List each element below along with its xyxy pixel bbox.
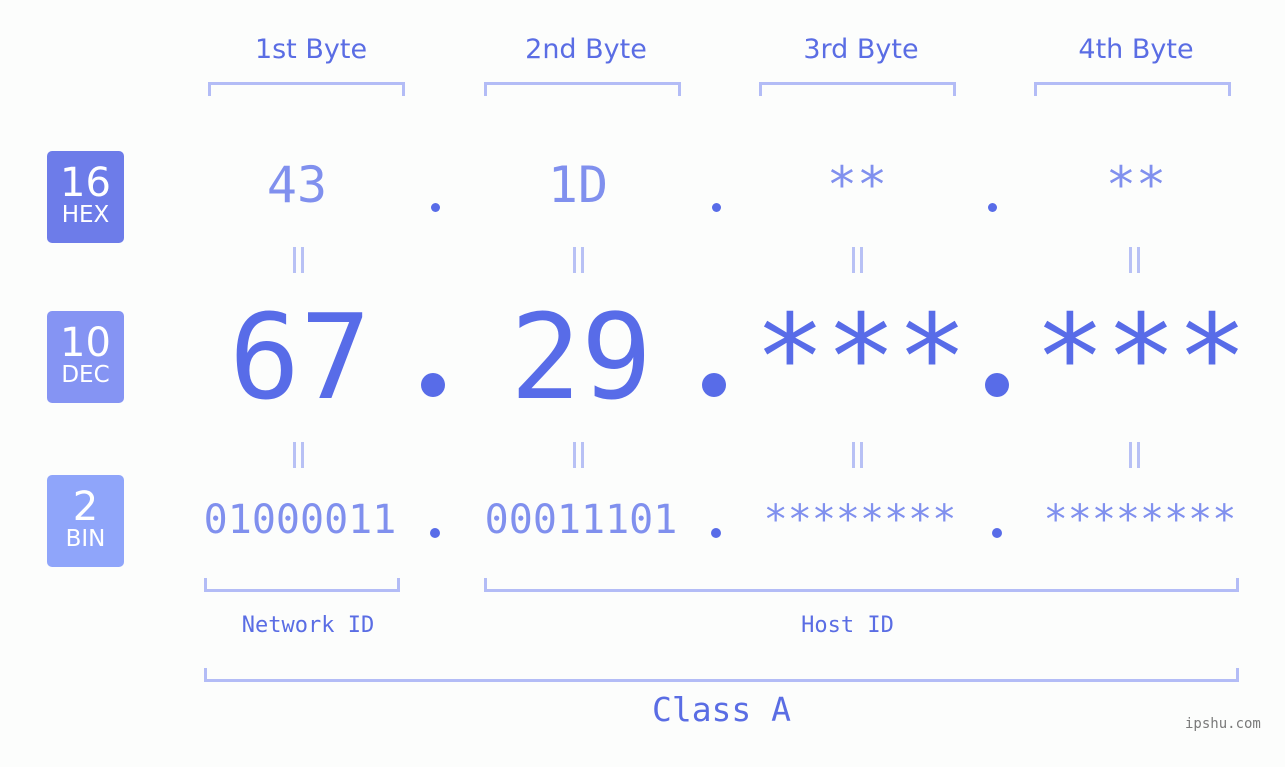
equals-icon bbox=[851, 247, 865, 273]
bin-byte-4: ******** bbox=[1043, 497, 1237, 543]
bin-separator-dot bbox=[992, 528, 1002, 538]
dec-byte-3: *** bbox=[754, 288, 968, 426]
bin-separator-dot bbox=[430, 528, 440, 538]
hex-separator-dot bbox=[431, 203, 440, 212]
dec-byte-4: *** bbox=[1034, 288, 1248, 426]
watermark: ipshu.com bbox=[1185, 716, 1261, 732]
host-id-bracket bbox=[484, 578, 1239, 592]
byte-bracket-1 bbox=[208, 82, 405, 96]
hex-byte-2: 1D bbox=[547, 156, 609, 214]
byte-bracket-3 bbox=[759, 82, 956, 96]
hex-byte-4: ** bbox=[1105, 156, 1167, 214]
equals-icon bbox=[292, 442, 306, 468]
equals-icon bbox=[1128, 247, 1142, 273]
dec-separator-dot bbox=[421, 373, 445, 397]
dec-byte-2: 29 bbox=[509, 288, 653, 426]
class-label: Class A bbox=[651, 690, 792, 729]
hex-byte-1: 43 bbox=[266, 156, 328, 214]
bin-separator-dot bbox=[711, 528, 721, 538]
hex-base-number: 16 bbox=[60, 160, 111, 206]
dec-separator-dot bbox=[702, 373, 726, 397]
equals-icon bbox=[1128, 442, 1142, 468]
bin-byte-2: 00011101 bbox=[484, 497, 678, 543]
equals-icon bbox=[572, 442, 586, 468]
dec-base-number: 10 bbox=[60, 320, 111, 366]
byte-bracket-4 bbox=[1034, 82, 1231, 96]
bin-badge: 2 BIN bbox=[47, 475, 124, 567]
byte-header-2: 2nd Byte bbox=[525, 34, 647, 65]
hex-separator-dot bbox=[712, 203, 721, 212]
host-id-label: Host ID bbox=[801, 613, 894, 638]
dec-badge: 10 DEC bbox=[47, 311, 124, 403]
class-bracket bbox=[204, 668, 1239, 682]
network-id-bracket bbox=[204, 578, 400, 592]
hex-byte-3: ** bbox=[826, 156, 888, 214]
bin-byte-1: 01000011 bbox=[203, 497, 397, 543]
equals-icon bbox=[851, 442, 865, 468]
equals-icon bbox=[292, 247, 306, 273]
byte-header-4: 4th Byte bbox=[1078, 34, 1194, 65]
hex-separator-dot bbox=[988, 203, 997, 212]
hex-badge: 16 HEX bbox=[47, 151, 124, 243]
hex-base-label: HEX bbox=[61, 202, 110, 228]
bin-base-number: 2 bbox=[72, 484, 99, 530]
bin-byte-3: ******** bbox=[763, 497, 957, 543]
dec-base-label: DEC bbox=[61, 362, 110, 388]
network-id-label: Network ID bbox=[241, 613, 375, 638]
dec-byte-1: 67 bbox=[228, 288, 372, 426]
byte-header-3: 3rd Byte bbox=[803, 34, 919, 65]
bin-base-label: BIN bbox=[65, 526, 106, 552]
equals-icon bbox=[572, 247, 586, 273]
byte-header-1: 1st Byte bbox=[254, 34, 368, 65]
dec-separator-dot bbox=[985, 373, 1009, 397]
byte-bracket-2 bbox=[484, 82, 681, 96]
